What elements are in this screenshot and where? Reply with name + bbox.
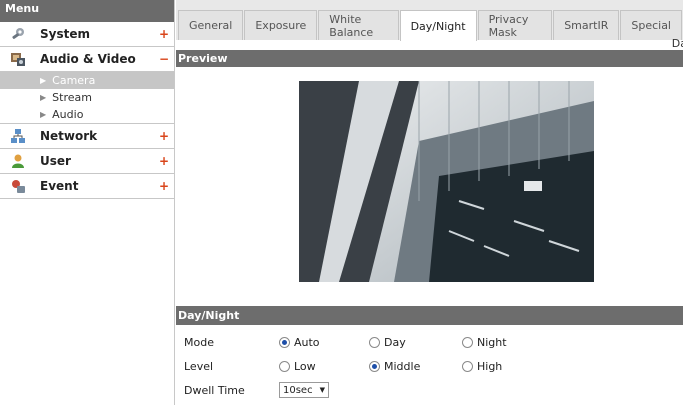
sidebar-item-audio-video[interactable]: Audio & Video −	[0, 47, 174, 72]
collapse-icon[interactable]: −	[159, 52, 169, 66]
tab-day-night[interactable]: Day/Night	[399, 10, 477, 41]
mode-row: Mode Auto Day Night	[176, 331, 683, 353]
triangle-right-icon: ▶	[40, 110, 47, 119]
event-icon	[10, 178, 26, 194]
radio-checked-icon[interactable]	[279, 336, 290, 348]
preview-area	[176, 67, 683, 307]
chevron-down-icon: ▼	[319, 386, 325, 394]
level-middle-option[interactable]: Middle	[369, 360, 462, 373]
tab-privacy-mask[interactable]: Privacy Mask	[477, 10, 553, 40]
menu-header: Menu	[0, 0, 174, 22]
expand-icon[interactable]: +	[159, 154, 169, 168]
level-low-option[interactable]: Low	[279, 360, 369, 373]
sidebar-item-stream[interactable]: ▶ Stream	[0, 89, 174, 106]
sidebar-subitem-label: Camera	[52, 74, 96, 87]
camera-preview-image	[299, 81, 594, 282]
dwell-time-label: Dwell Time	[184, 383, 245, 397]
network-icon	[10, 128, 26, 144]
triangle-right-icon: ▶	[40, 93, 47, 102]
mode-night-option[interactable]: Night	[462, 336, 507, 349]
radio-checked-icon[interactable]	[369, 360, 380, 372]
radio-unchecked-icon[interactable]	[462, 360, 473, 372]
dwell-time-value: 10sec	[283, 384, 313, 396]
dwell-time-select[interactable]: 10sec ▼	[279, 382, 329, 398]
level-middle-label: Middle	[384, 359, 421, 373]
sidebar-item-event[interactable]: Event +	[0, 174, 174, 199]
sidebar-subitem-label: Stream	[52, 91, 92, 104]
level-row: Level Low Middle High	[176, 355, 683, 377]
level-low-label: Low	[294, 359, 316, 373]
user-icon	[10, 153, 26, 169]
tab-bar: General Exposure White Balance Day/Night…	[176, 0, 683, 50]
dwell-time-row: Dwell Time 10sec ▼	[176, 379, 683, 401]
truncated-text: Da	[671, 37, 683, 50]
expand-icon[interactable]: +	[159, 129, 169, 143]
sidebar-item-label: Network	[40, 129, 98, 143]
sidebar-item-camera[interactable]: ▶ Camera	[0, 72, 174, 89]
mode-day-option[interactable]: Day	[369, 336, 462, 349]
sidebar-item-label: Audio & Video	[40, 52, 136, 66]
tab-general[interactable]: General	[178, 10, 244, 40]
triangle-right-icon: ▶	[40, 76, 47, 85]
radio-unchecked-icon[interactable]	[279, 360, 290, 372]
expand-icon[interactable]: +	[159, 27, 169, 41]
sidebar-item-label: System	[40, 27, 90, 41]
tab-special[interactable]: Special	[620, 10, 682, 40]
radio-unchecked-icon[interactable]	[369, 336, 380, 348]
sidebar-item-label: User	[40, 154, 71, 168]
mode-auto-label: Auto	[294, 335, 320, 349]
level-high-option[interactable]: High	[462, 360, 502, 373]
day-night-section-title: Day/Night	[176, 306, 683, 325]
sidebar-subitem-label: Audio	[52, 108, 84, 121]
mode-auto-option[interactable]: Auto	[279, 336, 369, 349]
tab-bar-strip	[176, 40, 683, 50]
sidebar-menu: Menu System + Audio & Video − ▶ Camera ▶…	[0, 0, 175, 405]
sidebar-item-system[interactable]: System +	[0, 22, 174, 47]
media-icon	[10, 51, 26, 67]
tab-exposure[interactable]: Exposure	[244, 10, 318, 40]
level-high-label: High	[477, 359, 503, 373]
sidebar-item-network[interactable]: Network +	[0, 124, 174, 149]
main-content: General Exposure White Balance Day/Night…	[176, 0, 683, 405]
expand-icon[interactable]: +	[159, 179, 169, 193]
mode-night-label: Night	[477, 335, 507, 349]
tab-white-balance[interactable]: White Balance	[318, 10, 399, 40]
preview-section-title: Preview	[176, 50, 683, 67]
sidebar-item-user[interactable]: User +	[0, 149, 174, 174]
level-label: Level	[184, 359, 214, 373]
wrench-gear-icon	[10, 26, 26, 42]
radio-unchecked-icon[interactable]	[462, 336, 473, 348]
mode-label: Mode	[184, 335, 214, 349]
sidebar-item-audio[interactable]: ▶ Audio	[0, 106, 174, 123]
sidebar-item-label: Event	[40, 179, 79, 193]
sidebar-subgroup-audio-video: ▶ Camera ▶ Stream ▶ Audio	[0, 72, 174, 124]
tab-smartir[interactable]: SmartIR	[553, 10, 620, 40]
mode-day-label: Day	[384, 335, 406, 349]
